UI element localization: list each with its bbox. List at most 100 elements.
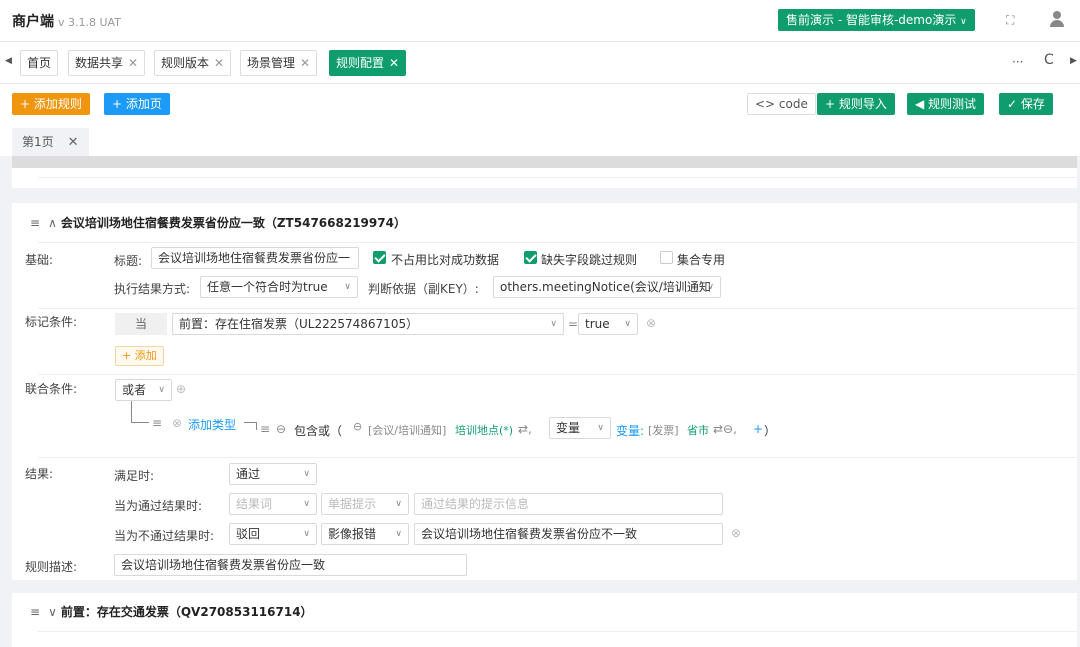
basis-select[interactable]: others.meetingNotice(会议/培训通知 ∨ <box>493 276 721 298</box>
contains-label: 包含或（ <box>294 424 343 438</box>
drag-handle-icon[interactable]: ≡ <box>152 416 162 430</box>
collapse-circle-icon[interactable]: ⊖ <box>276 422 286 436</box>
add-var-plus[interactable]: + <box>753 422 763 436</box>
chevron-down-icon: ∨ <box>550 319 557 329</box>
close-icon[interactable]: ✕ <box>214 56 224 70</box>
var-tag: [发票] <box>648 424 679 437</box>
close-icon[interactable]: ✕ <box>389 56 399 70</box>
tree-connector <box>131 422 149 423</box>
close-icon[interactable]: ✕ <box>128 56 138 70</box>
divider <box>38 631 1077 632</box>
remove-icon[interactable]: ⊗ <box>172 416 182 430</box>
satisfied-select[interactable]: 通过 ∨ <box>229 463 317 485</box>
source-tag: [会议/培训通知] <box>368 424 447 437</box>
tab-data-share[interactable]: 数据共享 ✕ <box>68 50 146 76</box>
when-label: 当 <box>115 313 167 335</box>
basic-section-label: 基础: <box>25 253 54 267</box>
collection-only-checkbox[interactable] <box>660 251 673 264</box>
var-select[interactable]: 变量 ∨ <box>549 417 611 439</box>
fail-word-value: 驳回 <box>236 527 261 541</box>
equals-sign: = <box>568 317 579 331</box>
bool-value: true <box>585 317 610 331</box>
fail-hint-select[interactable]: 影像报错 ∨ <box>321 523 409 545</box>
source-field[interactable]: 培训地点(*) <box>455 422 513 438</box>
rule-header[interactable]: ≡ ∨ 前置：存在交通发票（QV270853116714） <box>30 603 313 620</box>
swap-icon[interactable]: ⇄, <box>518 422 532 436</box>
close-icon[interactable]: ✕ <box>68 135 79 150</box>
page-tab-label: 第1页 <box>22 135 54 149</box>
more-icon[interactable]: ··· <box>1012 55 1023 69</box>
fail-word-select[interactable]: 驳回 ∨ <box>229 523 317 545</box>
import-rules-button[interactable]: + 规则导入 <box>817 93 895 115</box>
save-button[interactable]: ✓ 保存 <box>999 93 1053 115</box>
fail-hint-value: 影像报错 <box>328 527 377 541</box>
app-title: 商户端 <box>12 14 54 30</box>
rule-desc-input[interactable]: 会议培训场地住宿餐费发票省份应一致 <box>114 554 467 576</box>
bool-select[interactable]: true ∨ <box>578 313 638 335</box>
test-rules-button[interactable]: ◀ 规则测试 <box>907 93 985 115</box>
top-header: 商户端 v 3.1.8 UAT 售前演示 - 智能审核-demo演示 ∨ ⛶ <box>0 0 1080 42</box>
union-op-select[interactable]: 或者 ∨ <box>115 379 172 401</box>
rule-header[interactable]: ≡ ∧ 会议培训场地住宿餐费发票省份应一致（ZT547668219974） <box>30 214 406 231</box>
remove-icon[interactable]: ⊗ <box>731 526 741 540</box>
mark-condition-select[interactable]: 前置：存在住宿发票（UL222574867105） ∨ <box>172 313 564 335</box>
divider <box>38 374 1077 375</box>
close-icon[interactable]: ✕ <box>300 56 310 70</box>
remove-icon[interactable]: ⊗ <box>646 316 656 330</box>
rule-card-collapsed: ≡ ∨ 前置：存在交通发票（QV270853116714） <box>12 593 1077 647</box>
tab-home[interactable]: 首页 <box>20 50 59 76</box>
add-page-button[interactable]: + 添加页 <box>104 93 170 115</box>
pass-message-input[interactable]: 通过结果的提示信息 <box>414 493 723 515</box>
collapse-circle-icon[interactable]: ⊖ <box>353 420 362 433</box>
chevron-down-icon: ∨ <box>395 499 402 509</box>
add-condition-button[interactable]: + 添加 <box>115 346 164 366</box>
rule-title-input[interactable]: 会议培训场地住宿餐费发票省份应一 <box>151 247 359 269</box>
pass-word-select[interactable]: 结果词 ∨ <box>229 493 317 515</box>
refresh-icon[interactable]: C <box>1044 52 1054 68</box>
collapse-icon[interactable]: ∧ <box>48 216 57 230</box>
divider <box>38 242 1077 243</box>
pass-result-label: 当为通过结果时: <box>114 499 203 513</box>
tab-scroll-left-icon[interactable]: ◀ <box>5 56 12 66</box>
env-selector[interactable]: 售前演示 - 智能审核-demo演示 ∨ <box>778 9 975 31</box>
pass-hint-placeholder: 单据提示 <box>328 497 377 511</box>
pass-hint-select[interactable]: 单据提示 ∨ <box>321 493 409 515</box>
fullscreen-icon[interactable]: ⛶ <box>1006 13 1020 27</box>
tab-scroll-right-icon[interactable]: ▶ <box>1070 56 1077 66</box>
tab-rule-config[interactable]: 规则配置 ✕ <box>329 50 407 76</box>
add-rule-button[interactable]: + 添加规则 <box>12 93 90 115</box>
var-label: 变量: <box>616 424 645 438</box>
tab-scene-manage[interactable]: 场景管理 ✕ <box>240 50 318 76</box>
divider <box>38 457 1077 458</box>
chevron-down-icon: ∨ <box>303 499 310 509</box>
satisfied-label: 满足时: <box>114 469 155 483</box>
exec-mode-select[interactable]: 任意一个符合时为true ∨ <box>200 276 358 298</box>
page-tab-bar <box>0 126 1080 156</box>
exec-mode-value: 任意一个符合时为true <box>207 280 328 294</box>
page-tab-1[interactable]: 第1页 ✕ <box>12 128 89 156</box>
add-type-link[interactable]: 添加类型 <box>188 416 236 433</box>
rule-card: ≡ ∧ 会议培训场地住宿餐费发票省份应一致（ZT547668219974） 基础: … <box>12 203 1077 580</box>
drag-handle-icon[interactable]: ≡ <box>30 216 40 230</box>
chevron-down-icon: ∨ <box>344 282 351 292</box>
tab-label: 数据共享 <box>75 56 124 70</box>
chevron-down-icon: ∨ <box>707 282 714 292</box>
user-icon[interactable] <box>1050 11 1064 27</box>
no-occupy-checkbox[interactable] <box>373 251 386 264</box>
tab-label: 首页 <box>27 56 52 70</box>
fail-message-input[interactable]: 会议培训场地住宿餐费发票省份应不一致 <box>414 523 723 545</box>
drag-handle-icon[interactable]: ≡ <box>260 422 270 436</box>
app-version: v 3.1.8 UAT <box>58 16 121 29</box>
tab-rule-version[interactable]: 规则版本 ✕ <box>154 50 232 76</box>
code-button[interactable]: <> code <box>747 93 816 115</box>
tree-connector <box>244 422 256 423</box>
drag-handle-icon[interactable]: ≡ <box>30 605 40 619</box>
app-brand: 商户端 v 3.1.8 UAT <box>12 11 121 31</box>
no-occupy-label: 不占用比对成功数据 <box>391 253 500 267</box>
expand-icon[interactable]: ∨ <box>48 605 57 619</box>
union-section-label: 联合条件: <box>25 382 78 396</box>
add-circle-icon[interactable]: ⊕ <box>176 382 186 396</box>
skip-missing-checkbox[interactable] <box>524 251 537 264</box>
swap-icon[interactable]: ⇄⊖, <box>713 422 737 436</box>
var-field[interactable]: 省市 <box>687 422 709 438</box>
